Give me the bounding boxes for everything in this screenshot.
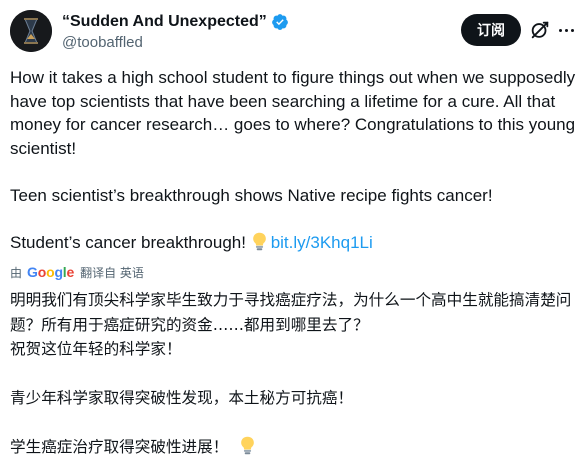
subscribe-button[interactable]: 订阅 — [461, 14, 521, 46]
handle[interactable]: @toobaffled — [62, 34, 289, 51]
light-bulb-icon — [252, 232, 266, 250]
more-options-icon[interactable] — [555, 19, 577, 41]
hourglass-avatar-icon — [10, 10, 52, 52]
tweet-paragraph: How it takes a high school student to fi… — [10, 68, 576, 158]
translated-from-label[interactable]: 翻译自 英语 — [80, 264, 144, 281]
avatar[interactable] — [10, 10, 52, 52]
google-logo: Google — [27, 264, 75, 280]
tweet-paragraph-with-link: Student’s cancer breakthrough! bit.ly/3K… — [10, 231, 578, 255]
tweet-body: How it takes a high school student to fi… — [10, 66, 578, 254]
verified-badge-icon — [271, 14, 288, 30]
translated-paragraph: 学生癌症治疗取得突破性进展！ — [10, 438, 229, 456]
more-dot — [564, 28, 568, 32]
translated-paragraph-with-icon: 学生癌症治疗取得突破性进展！ — [10, 435, 578, 460]
translation-attribution: 由 Google 翻译自 英语 — [10, 263, 144, 281]
tweet-header: “Sudden And Unexpected” @toobaffled 订阅 — [0, 0, 586, 62]
grok-icon[interactable] — [529, 19, 551, 41]
tweet-paragraph: Student’s cancer breakthrough! — [10, 232, 246, 252]
light-bulb-icon — [241, 436, 255, 455]
author-block: “Sudden And Unexpected” @toobaffled — [62, 12, 289, 51]
translated-by-label: 由 — [10, 265, 23, 280]
tweet-link[interactable]: bit.ly/3Khq1Li — [271, 233, 373, 252]
more-dot — [558, 28, 562, 32]
more-dot — [570, 28, 574, 32]
translated-body: 明明我们有顶尖科学家毕生致力于寻找癌症疗法，为什么一个高中生就能搞清楚问题？所有… — [10, 288, 578, 460]
translated-paragraph: 青少年科学家取得突破性发现，本土秘方可抗癌！ — [10, 389, 354, 407]
display-name-row[interactable]: “Sudden And Unexpected” — [62, 12, 289, 32]
tweet-paragraph: Teen scientist’s breakthrough shows Nati… — [10, 185, 493, 205]
translated-paragraph: 明明我们有顶尖科学家毕生致力于寻找癌症疗法，为什么一个高中生就能搞清楚问题？所有… — [10, 291, 572, 334]
translated-paragraph: 祝贺这位年轻的科学家！ — [10, 340, 182, 358]
display-name[interactable]: “Sudden And Unexpected” — [62, 13, 267, 31]
